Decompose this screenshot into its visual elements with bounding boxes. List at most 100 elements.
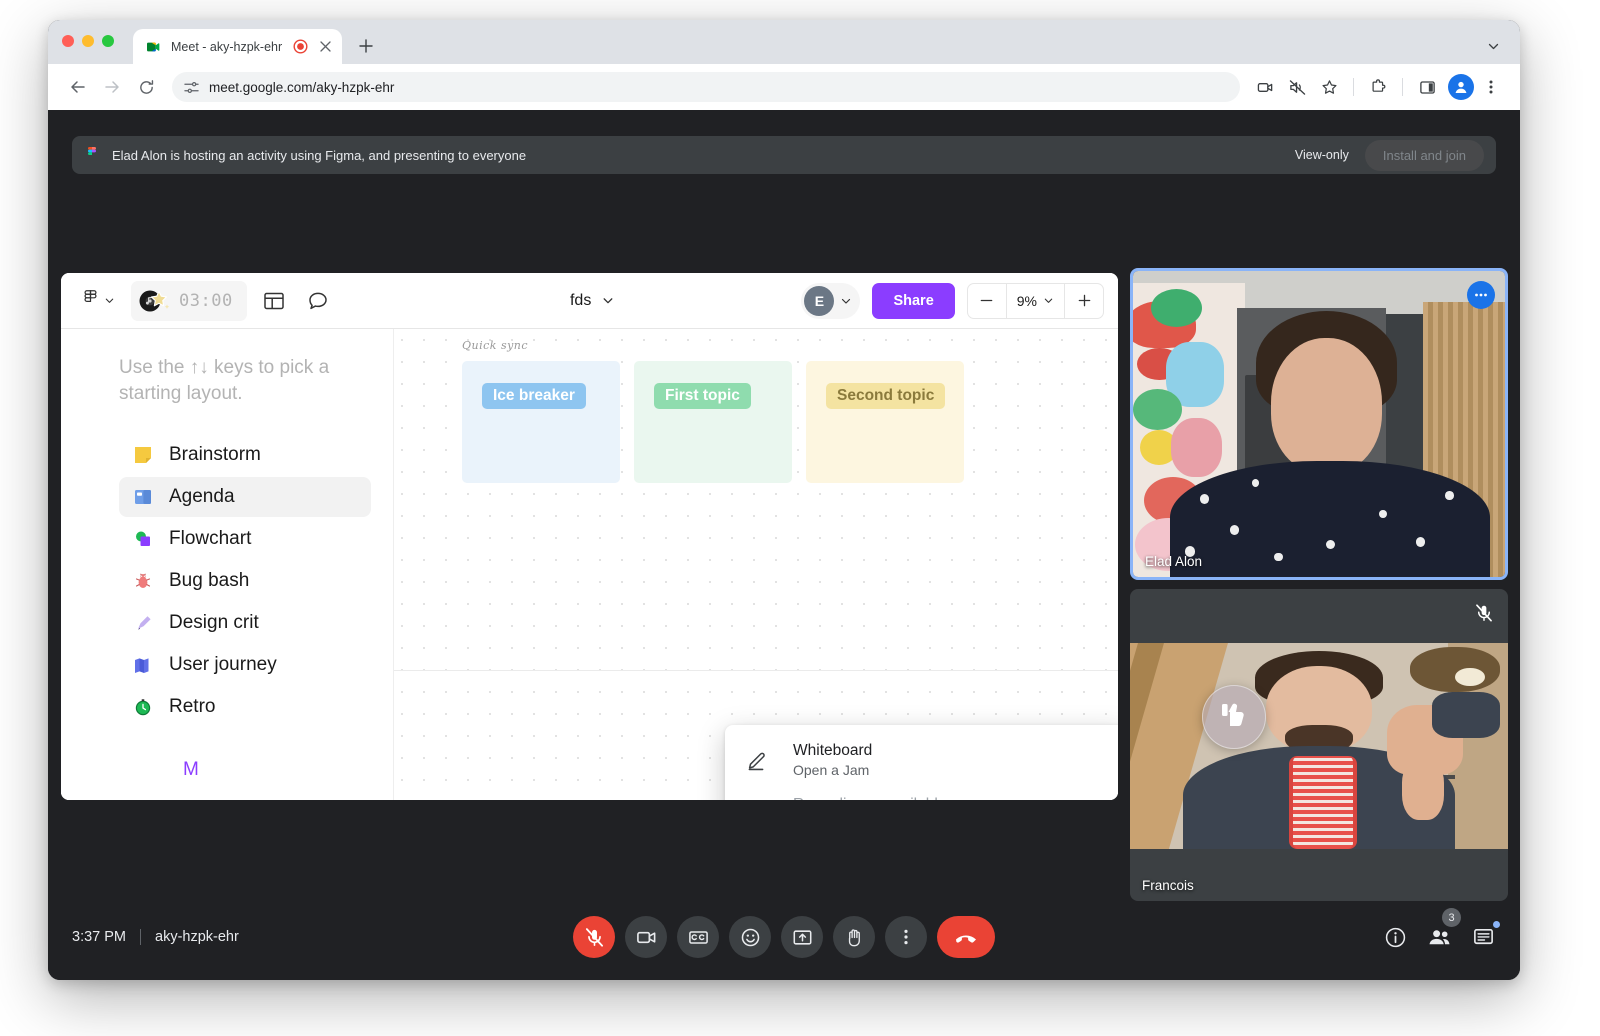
profile-avatar-icon[interactable] [1448, 74, 1474, 100]
chevron-down-icon [840, 295, 852, 307]
close-window-button[interactable] [62, 35, 74, 47]
chevron-down-icon[interactable] [1482, 35, 1504, 57]
template-label: User journey [169, 653, 277, 675]
microphone-button[interactable] [573, 916, 615, 958]
template-item-flowchart[interactable]: Flowchart [119, 519, 371, 559]
figma-timer[interactable]: 03:00 [131, 280, 247, 321]
figma-collaborators[interactable]: E [801, 282, 861, 319]
template-item-agenda[interactable]: Agenda [119, 476, 371, 517]
template-item-user-journey[interactable]: User journey [119, 645, 371, 685]
meeting-details-button[interactable] [1382, 924, 1408, 950]
raise-hand-button[interactable] [833, 916, 875, 958]
chevron-down-icon [1043, 295, 1054, 306]
topic-card-ice-breaker[interactable]: Ice breaker [462, 361, 620, 483]
activity-banner-actions: View-only Install and join [1295, 139, 1484, 171]
menu-item-whiteboard[interactable]: Whiteboard Open a Jam [725, 733, 1118, 787]
captions-button[interactable] [677, 916, 719, 958]
zoom-level[interactable]: 9% [1005, 283, 1065, 318]
sticky-note-icon [131, 443, 155, 467]
figma-filename-button[interactable]: fds [570, 292, 614, 310]
template-item-bug-bash[interactable]: Bug bash [119, 561, 371, 601]
browser-toolbar-actions [1250, 72, 1506, 102]
reactions-button[interactable] [729, 916, 771, 958]
chat-button[interactable] [1470, 921, 1500, 950]
camera-button[interactable] [625, 916, 667, 958]
video-scene [1130, 643, 1508, 849]
figma-logo-button[interactable] [75, 289, 123, 312]
back-arrow-icon[interactable] [62, 71, 94, 103]
flowchart-shapes-icon [131, 527, 155, 551]
present-button[interactable] [781, 916, 823, 958]
current-time: 3:37 PM [72, 929, 126, 945]
template-label: Design crit [169, 611, 259, 633]
figma-logo-icon [83, 289, 98, 312]
menu-item-recording-unavailable: Recording unavailable You're not allowed… [725, 787, 1118, 800]
figma-canvas[interactable]: Use the ↑↓ keys to pick a starting layou… [61, 329, 1118, 800]
browser-tab[interactable]: Meet - aky-hzpk-ehr [133, 29, 342, 64]
template-list: Brainstorm Agenda Flowchart Bug bash Des… [119, 435, 371, 727]
toolbar-divider-2 [1402, 78, 1403, 96]
partial-text-label: M [183, 759, 199, 780]
address-bar[interactable]: meet.google.com/aky-hzpk-ehr [172, 72, 1240, 102]
bug-icon [131, 569, 155, 593]
minimize-window-button[interactable] [82, 35, 94, 47]
meeting-meta: 3:37 PM aky-hzpk-ehr [72, 929, 239, 945]
meet-page: Elad Alon is hosting an activity using F… [48, 110, 1520, 980]
topic-card-second-topic[interactable]: Second topic [806, 361, 964, 483]
video-feed [1133, 271, 1505, 577]
forward-arrow-icon[interactable] [96, 71, 128, 103]
zoom-in-button[interactable] [1065, 284, 1103, 318]
figma-toolbar: 03:00 fds E Share 9% [61, 273, 1118, 329]
figma-presentation-surface: 03:00 fds E Share 9% Use the ↑↓ keys to … [61, 273, 1118, 800]
board-title: Quick sync [462, 339, 529, 352]
figma-icon [84, 147, 100, 163]
avatar[interactable]: E [804, 285, 835, 316]
layout-grid-icon[interactable] [257, 284, 291, 318]
activity-banner-text: Elad Alon is hosting an activity using F… [112, 147, 527, 163]
window-traffic-lights [62, 20, 114, 64]
tab-title: Meet - aky-hzpk-ehr [171, 39, 283, 54]
tune-icon[interactable] [184, 80, 199, 95]
template-label: Brainstorm [169, 443, 261, 465]
mic-off-icon [1474, 603, 1496, 625]
menu-title: Whiteboard [793, 742, 873, 759]
meta-divider [140, 929, 141, 945]
template-item-design-crit[interactable]: Design crit [119, 603, 371, 643]
participant-name: Elad Alon [1145, 554, 1203, 569]
side-panel-icon[interactable] [1412, 72, 1442, 102]
close-icon[interactable] [317, 39, 333, 55]
timer-value: 03:00 [179, 290, 233, 311]
template-item-retro[interactable]: Retro [119, 687, 371, 727]
comment-bubble-icon[interactable] [301, 284, 335, 318]
recording-dot-icon[interactable] [293, 39, 308, 54]
template-item-brainstorm[interactable]: Brainstorm [119, 435, 371, 475]
speaker-muted-icon[interactable] [1282, 72, 1312, 102]
participants-count-badge: 3 [1442, 908, 1461, 927]
menu-text: Recording unavailable You're not allowed… [793, 796, 1054, 800]
kebab-menu-icon[interactable] [1476, 72, 1506, 102]
bookmark-star-icon[interactable] [1314, 72, 1344, 102]
template-label: Agenda [169, 485, 235, 507]
video-tile-francois[interactable]: Francois [1130, 589, 1508, 901]
extensions-puzzle-icon[interactable] [1363, 72, 1393, 102]
map-icon [131, 653, 155, 677]
maximize-window-button[interactable] [102, 35, 114, 47]
template-label: Bug bash [169, 569, 250, 591]
camera-icon[interactable] [1250, 72, 1280, 102]
topic-card-first-topic[interactable]: First topic [634, 361, 792, 483]
menu-text: Whiteboard Open a Jam [793, 742, 872, 778]
share-button[interactable]: Share [872, 282, 955, 319]
more-options-button[interactable] [885, 916, 927, 958]
chevron-down-icon [601, 294, 614, 307]
participants-button[interactable]: 3 [1426, 908, 1461, 950]
video-tile-elad-alon[interactable]: Elad Alon [1130, 268, 1508, 580]
reload-icon[interactable] [130, 71, 162, 103]
google-meet-icon [146, 39, 162, 55]
more-options-icon[interactable] [1467, 281, 1495, 309]
install-and-join-button[interactable]: Install and join [1364, 139, 1484, 171]
thumbs-down-icon [1202, 685, 1266, 749]
end-call-button[interactable] [937, 916, 995, 958]
new-tab-button[interactable] [352, 32, 380, 60]
browser-window: Meet - aky-hzpk-ehr meet.google.com/aky-… [48, 20, 1520, 980]
zoom-out-button[interactable] [968, 284, 1006, 318]
